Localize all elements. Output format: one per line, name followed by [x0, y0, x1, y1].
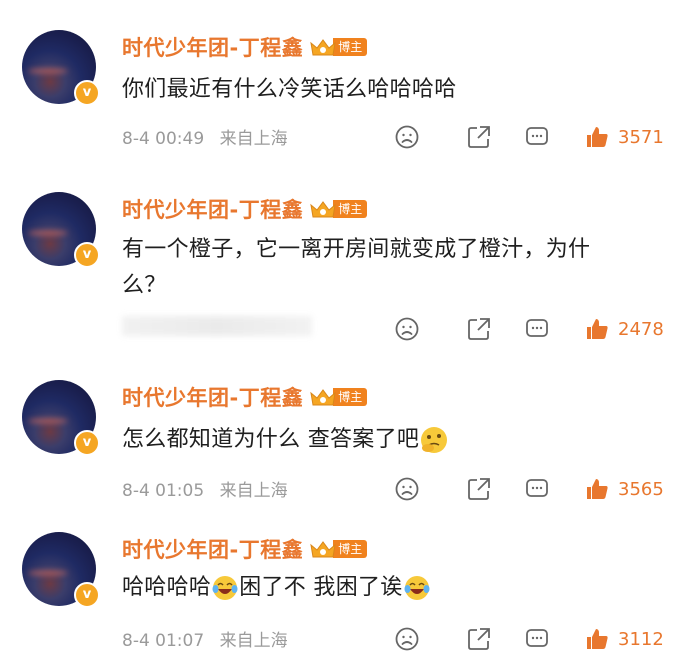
share-button[interactable] — [466, 474, 492, 504]
like-button[interactable]: 2478 — [584, 314, 664, 344]
comment-button[interactable] — [524, 122, 550, 152]
avatar[interactable]: v — [22, 532, 100, 608]
comment-icon — [526, 127, 548, 145]
comment-icon — [526, 629, 548, 647]
share-button[interactable] — [466, 314, 492, 344]
verified-badge: v — [74, 80, 100, 106]
share-icon — [468, 628, 490, 650]
blogger-badge: 博主 — [309, 36, 368, 58]
comment-text: 有一个橙子，它一离开房间就变成了橙汁，为什 么？ — [122, 232, 668, 304]
dislike-button[interactable] — [394, 624, 420, 654]
blogger-badge: 博主 — [309, 538, 368, 560]
username[interactable]: 时代少年团-丁程鑫 — [122, 534, 303, 564]
comment-text-segment: 怎么都知道为什么 查答案了吧 — [122, 427, 420, 452]
crown-icon — [310, 39, 336, 56]
dislike-button[interactable] — [394, 474, 420, 504]
comment-item: v 时代少年团-丁程鑫 博主 哈哈哈哈 困了不 我困了诶 8-4 01:07 来自… — [0, 532, 690, 659]
verified-badge: v — [74, 242, 100, 268]
sad-face-icon — [395, 627, 419, 651]
username[interactable]: 时代少年团-丁程鑫 — [122, 32, 303, 62]
avatar[interactable]: v — [22, 192, 100, 268]
comment-button[interactable] — [524, 624, 550, 654]
like-button[interactable]: 3112 — [584, 624, 664, 654]
comment-text: 你们最近有什么冷笑话么哈哈哈哈 — [122, 77, 457, 102]
blogger-tag: 博主 — [333, 540, 368, 558]
like-count: 2478 — [618, 318, 664, 340]
share-button[interactable] — [466, 122, 492, 152]
comment-item: v 时代少年团-丁程鑫 博主 有一个橙子，它一离开房间就变成了橙汁，为什 么？ … — [0, 192, 690, 352]
comment-button[interactable] — [524, 314, 550, 344]
comment-meta: 8-4 01:05 来自上海 — [122, 476, 288, 501]
comment-text-segment: 困了不 我困了诶 — [239, 575, 403, 600]
comment-text-line: 么？ — [122, 273, 167, 298]
comment-location: 来自上海 — [219, 481, 288, 501]
crown-icon — [310, 389, 336, 406]
crying-laughing-emoji-icon — [212, 576, 238, 600]
thinking-face-emoji-icon — [421, 427, 448, 453]
blogger-tag: 博主 — [333, 388, 368, 406]
thumbs-up-icon — [587, 629, 608, 649]
like-count: 3571 — [618, 126, 664, 148]
comment-text: 哈哈哈哈 困了不 我困了诶 — [122, 570, 668, 606]
comment-time: 8-4 01:05 — [122, 481, 205, 501]
blogger-badge: 博主 — [309, 198, 368, 220]
like-button[interactable]: 3565 — [584, 474, 664, 504]
comment-item: v 时代少年团-丁程鑫 博主 怎么都知道为什么 查答案了吧 8-4 01:05 … — [0, 380, 690, 510]
thumbs-up-icon — [587, 319, 608, 339]
comment-text-line: 有一个橙子，它一离开房间就变成了橙汁，为什 — [122, 237, 591, 262]
share-icon — [468, 478, 490, 500]
verified-badge: v — [74, 582, 100, 608]
like-count: 3112 — [618, 628, 664, 650]
comment-location: 来自上海 — [219, 631, 288, 651]
sad-face-icon — [395, 125, 419, 149]
share-icon — [468, 318, 490, 340]
comment-button[interactable] — [524, 474, 550, 504]
comment-meta: 8-4 01:07 来自上海 — [122, 626, 288, 651]
like-button[interactable]: 3571 — [584, 122, 664, 152]
comment-text-segment: 哈哈哈哈 — [122, 575, 212, 600]
crown-icon — [310, 201, 336, 218]
avatar[interactable]: v — [22, 30, 100, 106]
comment-text: 怎么都知道为什么 查答案了吧 — [122, 422, 668, 458]
dislike-button[interactable] — [394, 122, 420, 152]
avatar[interactable]: v — [22, 380, 100, 456]
comment-time: 8-4 00:49 — [122, 129, 205, 149]
sad-face-icon — [395, 477, 419, 501]
share-icon — [468, 126, 490, 148]
dislike-button[interactable] — [394, 314, 420, 344]
sad-face-icon — [395, 317, 419, 341]
comment-item: v 时代少年团-丁程鑫 博主 你们最近有什么冷笑话么哈哈哈哈 8-4 00:49… — [0, 30, 690, 170]
comment-location: 来自上海 — [219, 129, 288, 149]
username[interactable]: 时代少年团-丁程鑫 — [122, 382, 303, 412]
comment-time: 8-4 01:07 — [122, 631, 205, 651]
crying-laughing-emoji-icon — [404, 576, 430, 600]
share-button[interactable] — [466, 624, 492, 654]
blogger-badge: 博主 — [309, 386, 368, 408]
username[interactable]: 时代少年团-丁程鑫 — [122, 194, 303, 224]
crown-icon — [310, 541, 336, 558]
comment-meta: 8-4 00:49 来自上海 — [122, 124, 288, 149]
comment-icon — [526, 319, 548, 337]
thumbs-up-icon — [587, 479, 608, 499]
thumbs-up-icon — [587, 127, 608, 147]
blurred-meta — [122, 316, 312, 336]
like-count: 3565 — [618, 478, 664, 500]
comment-icon — [526, 479, 548, 497]
blogger-tag: 博主 — [333, 200, 368, 218]
verified-badge: v — [74, 430, 100, 456]
blogger-tag: 博主 — [333, 38, 368, 56]
